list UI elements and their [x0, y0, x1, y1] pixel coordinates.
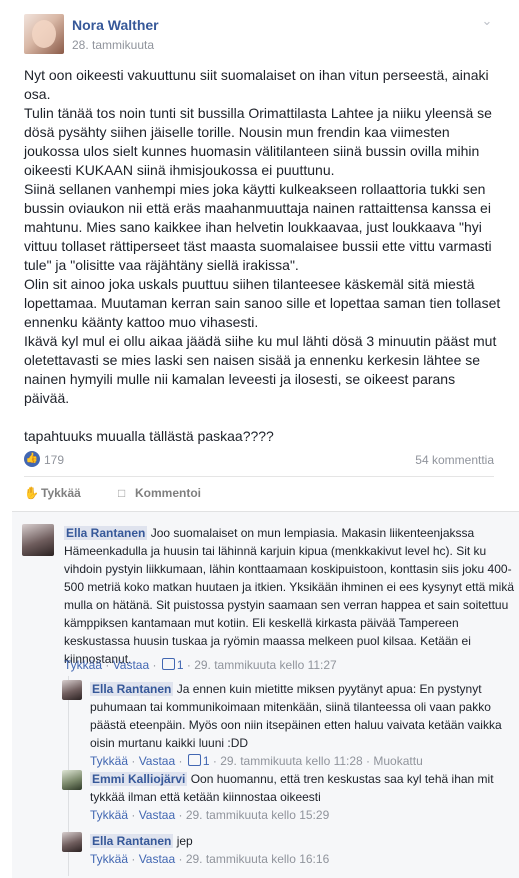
post-paragraph: Nyt oon oikeesti vakuuttunu siit suomala…	[24, 67, 489, 102]
thumbs-up-icon	[161, 658, 175, 670]
post-closing: tapahtuuks muualla tällästä paskaa????	[24, 428, 274, 444]
commenter-name[interactable]: Ella Rantanen	[90, 682, 174, 696]
comment-meta: Tykkää · Vastaa · 29. tammikuuta kello 1…	[90, 852, 330, 866]
comment-like-link[interactable]: Tykkää	[90, 808, 128, 822]
post-card: Nora Walther 28. tammikuuta ⌄ Nyt oon oi…	[0, 0, 519, 510]
comment-like-link[interactable]: Tykkää	[64, 658, 102, 672]
thumbs-up-icon[interactable]: 👍	[24, 451, 40, 467]
comment-reply: Ella Rantanen Ja ennen kuin mietitte mik…	[62, 680, 506, 770]
commenter-avatar[interactable]	[62, 680, 82, 700]
post-paragraph: Siinä sellanen vanhempi mies joka käytti…	[24, 181, 492, 273]
comment-reply: Ella Rantanen jep Tykkää · Vastaa · 29. …	[62, 832, 506, 872]
post-actions: ✋ Tykkää □ Kommentoi	[24, 484, 494, 504]
comment-body: Joo suomalaiset on mun lempiasia. Makasi…	[64, 526, 515, 666]
comment-time[interactable]: 29. tammikuuta kello 11:28	[220, 754, 363, 768]
commenter-name[interactable]: Emmi Kalliojärvi	[90, 772, 188, 786]
comment-text: Ella Rantanen jep	[90, 832, 504, 850]
divider	[24, 476, 494, 477]
comment-time[interactable]: 29. tammikuuta kello 15:29	[186, 808, 329, 822]
comment-reply: Emmi Kalliojärvi Oon huomannu, että tren…	[62, 770, 506, 824]
comment-meta: Tykkää · Vastaa · 29. tammikuuta kello 1…	[90, 808, 330, 822]
commenter-name[interactable]: Ella Rantanen	[64, 526, 148, 540]
thumbs-up-icon	[187, 754, 201, 766]
comment-like-link[interactable]: Tykkää	[90, 754, 128, 768]
comment: Ella Rantanen Joo suomalaiset on mun lem…	[22, 524, 514, 674]
speech-bubble-icon: □	[118, 486, 126, 500]
post-paragraph: Tulin tänää tos noin tunti sit bussilla …	[24, 105, 492, 178]
post-timestamp[interactable]: 28. tammikuuta	[72, 38, 154, 52]
comments-section: Ella Rantanen Joo suomalaiset on mun lem…	[12, 511, 519, 878]
reaction-count[interactable]: 1	[177, 658, 184, 672]
comment-meta: Tykkää · Vastaa · 1 · 29. tammikuuta kel…	[90, 754, 423, 768]
comment-text: Ella Rantanen Joo suomalaiset on mun lem…	[64, 524, 516, 668]
comment-time[interactable]: 29. tammikuuta kello 16:16	[186, 852, 329, 866]
comment-reply-link[interactable]: Vastaa	[139, 754, 175, 768]
like-button-label: Tykkää	[41, 486, 81, 500]
thumbs-up-icon: ✋	[24, 486, 39, 500]
comment-button-label: Kommentoi	[135, 486, 201, 500]
author-avatar[interactable]	[24, 14, 64, 54]
commenter-name[interactable]: Ella Rantanen	[90, 834, 174, 848]
commenter-avatar[interactable]	[22, 524, 54, 556]
comment-like-link[interactable]: Tykkää	[90, 852, 128, 866]
likes-count[interactable]: 179	[44, 453, 64, 467]
post-stats: 👍 179 54 kommenttia	[24, 451, 494, 469]
post-paragraph: Olin sit ainoo joka uskals puuttuu siihe…	[24, 276, 501, 330]
comment-reply-link[interactable]: Vastaa	[139, 852, 175, 866]
post-paragraph: Ikävä kyl mul ei ollu aikaa jäädä siihe …	[24, 333, 497, 406]
edited-label[interactable]: Muokattu	[373, 754, 422, 768]
comment-button[interactable]: □ Kommentoi	[118, 486, 201, 500]
comment-time[interactable]: 29. tammikuuta kello 11:27	[194, 658, 337, 672]
chevron-down-icon[interactable]: ⌄	[480, 14, 494, 28]
comment-text: Ella Rantanen Ja ennen kuin mietitte mik…	[90, 680, 504, 752]
post-body: Nyt oon oikeesti vakuuttunu siit suomala…	[24, 66, 502, 446]
comment-body: jep	[176, 834, 193, 848]
like-button[interactable]: ✋ Tykkää	[24, 486, 81, 500]
comment-reply-link[interactable]: Vastaa	[113, 658, 149, 672]
reaction-count[interactable]: 1	[203, 754, 210, 768]
comment-meta: Tykkää · Vastaa · 1 · 29. tammikuuta kel…	[64, 658, 337, 672]
comments-count[interactable]: 54 kommenttia	[415, 453, 494, 467]
comment-reply-link[interactable]: Vastaa	[139, 808, 175, 822]
commenter-avatar[interactable]	[62, 770, 82, 790]
comment-text: Emmi Kalliojärvi Oon huomannu, että tren…	[90, 770, 504, 806]
author-name[interactable]: Nora Walther	[72, 17, 159, 33]
commenter-avatar[interactable]	[62, 832, 82, 852]
